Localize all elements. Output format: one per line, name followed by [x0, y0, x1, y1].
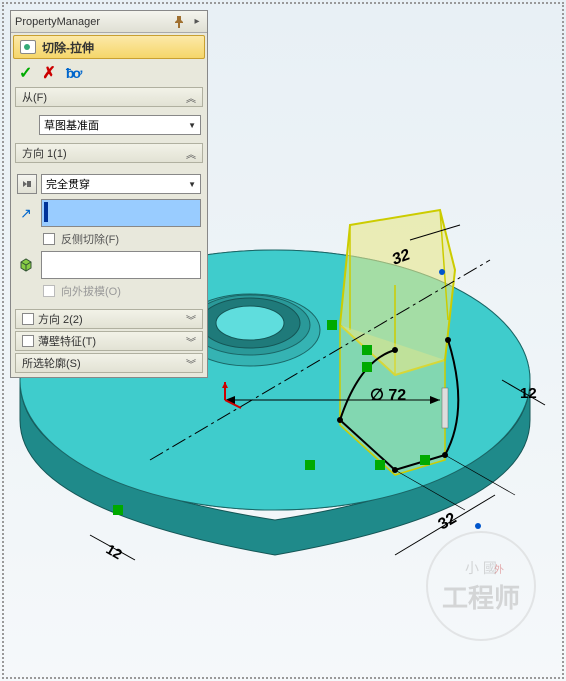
expand-icon: ︾ — [186, 356, 196, 371]
thin-checkbox[interactable] — [22, 335, 34, 347]
preview-button[interactable]: ƀơ — [66, 65, 81, 81]
draft-outward-label: 向外拔模(O) — [61, 283, 121, 299]
section-from-body: 草图基准面 ▼ — [11, 109, 207, 141]
watermark-red: 外 — [494, 561, 504, 576]
pm-title: PropertyManager — [15, 16, 167, 28]
section-contours-header[interactable]: 所选轮廓(S) ︾ — [15, 353, 203, 373]
reverse-direction-button[interactable] — [17, 174, 37, 194]
expand-icon: ︾ — [186, 334, 196, 349]
pin-icon[interactable] — [171, 14, 187, 30]
draft-icon[interactable] — [17, 256, 35, 274]
flip-side-label: 反侧切除(F) — [61, 231, 119, 247]
dir2-checkbox[interactable] — [22, 313, 34, 325]
chevron-down-icon: ▼ — [188, 121, 196, 130]
draft-outward-checkbox — [43, 285, 55, 297]
section-thin-label: 薄壁特征(T) — [38, 333, 96, 349]
watermark-line2: 工程师 — [442, 578, 520, 615]
direction-selection-box[interactable] — [41, 199, 201, 227]
dim-12a: 12 — [520, 385, 537, 402]
draft-outward-row: 向外拔模(O) — [43, 283, 201, 299]
direction-arrow-icon[interactable]: ↗ — [17, 204, 35, 222]
end-condition-dropdown[interactable]: 完全贯穿 ▼ — [41, 174, 201, 194]
section-dir1-label: 方向 1(1) — [22, 145, 67, 161]
panel-menu-icon[interactable]: ▸ — [191, 16, 203, 28]
section-from-header[interactable]: 从(F) ︽ — [15, 87, 203, 107]
draft-selection-box[interactable] — [41, 251, 201, 279]
cut-extrude-icon — [20, 40, 36, 54]
watermark: 外 小 國 工程师 — [426, 531, 536, 641]
section-thin-header[interactable]: 薄壁特征(T) ︾ — [15, 331, 203, 351]
section-from-label: 从(F) — [22, 89, 47, 105]
section-dir2-header[interactable]: 方向 2(2) ︾ — [15, 309, 203, 329]
section-dir1-body: 完全贯穿 ▼ ↗ 反侧切除(F) 向外拔模(O) — [11, 165, 207, 307]
ok-button[interactable]: ✓ — [19, 63, 32, 83]
flip-side-checkbox[interactable] — [43, 233, 55, 245]
confirm-row: ✓ ✗ ƀơ — [11, 61, 207, 85]
expand-icon: ︾ — [186, 312, 196, 327]
from-value: 草图基准面 — [44, 117, 99, 133]
watermark-line1: 小 國 — [465, 558, 497, 578]
property-manager-panel: PropertyManager ▸ 切除-拉伸 ✓ ✗ ƀơ 从(F) ︽ 草图… — [10, 10, 208, 378]
collapse-icon: ︽ — [186, 146, 196, 161]
section-contours-label: 所选轮廓(S) — [22, 355, 81, 371]
flip-side-row[interactable]: 反侧切除(F) — [43, 231, 201, 247]
pm-titlebar: PropertyManager ▸ — [11, 11, 207, 33]
end-condition-value: 完全贯穿 — [46, 176, 90, 192]
chevron-down-icon: ▼ — [188, 180, 196, 189]
cancel-button[interactable]: ✗ — [42, 63, 55, 83]
section-dir2-label: 方向 2(2) — [38, 311, 83, 327]
dim-32b: 32 — [436, 510, 460, 534]
from-dropdown[interactable]: 草图基准面 ▼ — [39, 115, 201, 135]
section-dir1-header[interactable]: 方向 1(1) ︽ — [15, 143, 203, 163]
feature-name: 切除-拉伸 — [42, 39, 94, 56]
collapse-icon: ︽ — [186, 90, 196, 105]
feature-header: 切除-拉伸 — [13, 35, 205, 59]
dim-72: ∅ 72 — [370, 387, 406, 404]
